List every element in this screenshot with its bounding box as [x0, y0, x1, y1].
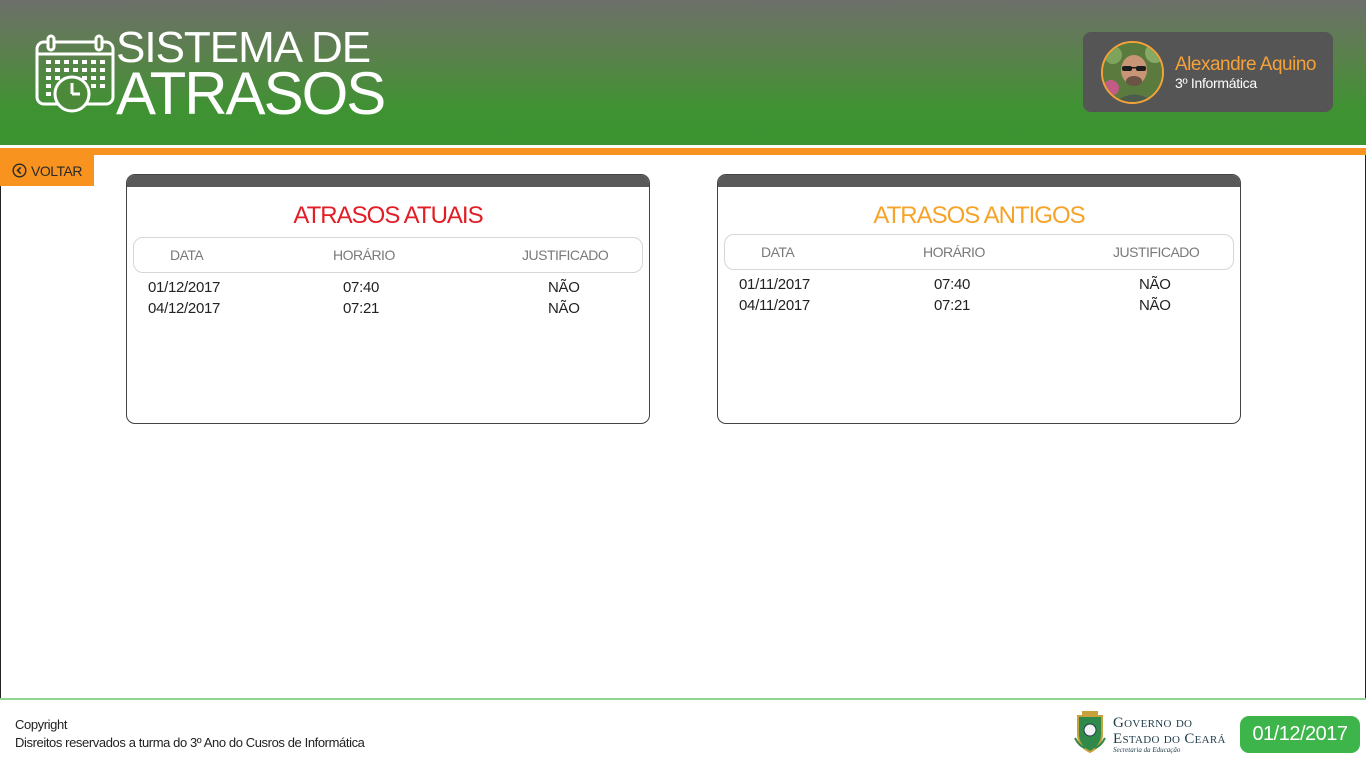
cell-date: 01/11/2017 — [739, 276, 810, 293]
back-button[interactable]: VOLTAR — [0, 155, 94, 186]
table-row: 04/12/2017 07:21 NÃO — [127, 300, 649, 321]
column-header-date: DATA — [761, 244, 795, 260]
back-button-label: VOLTAR — [31, 162, 82, 179]
cell-justified: NÃO — [1139, 276, 1171, 293]
table-header: DATA HORÁRIO JUSTIFICADO — [133, 237, 643, 273]
cell-time: 07:21 — [934, 297, 971, 314]
column-header-date: DATA — [170, 247, 204, 263]
ceara-coat-of-arms-icon — [1074, 711, 1106, 754]
table-row: 01/12/2017 07:40 NÃO — [127, 279, 649, 300]
content-frame-left — [0, 155, 1, 699]
panel-title: ATRASOS ANTIGOS — [873, 202, 1085, 229]
user-avatar — [1101, 41, 1164, 104]
chevron-left-circle-icon — [12, 163, 27, 178]
cell-time: 07:21 — [343, 300, 380, 317]
current-date-badge: 01/12/2017 — [1240, 716, 1360, 753]
table-row: 04/11/2017 07:21 NÃO — [718, 297, 1240, 318]
panel-top-bar — [718, 175, 1240, 187]
calendar-clock-icon — [35, 34, 115, 113]
column-header-justified: JUSTIFICADO — [522, 247, 609, 263]
logo-title-line1: SISTEMA DE — [116, 23, 371, 72]
cell-time: 07:40 — [343, 279, 380, 296]
cell-justified: NÃO — [548, 300, 580, 317]
cell-date: 04/12/2017 — [148, 300, 221, 317]
column-header-time: HORÁRIO — [333, 247, 395, 263]
cell-time: 07:40 — [934, 276, 971, 293]
panel-top-bar — [127, 175, 649, 187]
copyright-notice: Disreitos reservados a turma do 3º Ano d… — [15, 735, 365, 750]
government-logo: Governo do Estado do Ceará Secretaria da… — [1073, 710, 1228, 756]
column-header-time: HORÁRIO — [923, 244, 985, 260]
footer-divider — [0, 698, 1366, 700]
panel-title: ATRASOS ATUAIS — [293, 202, 483, 229]
user-name: Alexandre Aquino — [1175, 54, 1316, 75]
user-class: 3º Informática — [1175, 75, 1257, 91]
user-card[interactable]: Alexandre Aquino 3º Informática — [1083, 32, 1333, 112]
cell-justified: NÃO — [1139, 297, 1171, 314]
cell-date: 01/12/2017 — [148, 279, 221, 296]
government-name-line1: Governo do — [1113, 715, 1193, 731]
cell-justified: NÃO — [548, 279, 580, 296]
table-row: 01/11/2017 07:40 NÃO — [718, 276, 1240, 297]
cell-date: 04/11/2017 — [739, 297, 810, 314]
current-delays-panel: ATRASOS ATUAIS DATA HORÁRIO JUSTIFICADO … — [126, 174, 650, 424]
accent-bar — [0, 148, 1366, 155]
column-header-justified: JUSTIFICADO — [1113, 244, 1200, 260]
table-header: DATA HORÁRIO JUSTIFICADO — [724, 234, 1234, 270]
logo-title-line2: ATRASOS — [116, 60, 386, 127]
app-logo-text: SISTEMA DE ATRASOS — [116, 23, 386, 127]
past-delays-panel: ATRASOS ANTIGOS DATA HORÁRIO JUSTIFICADO… — [717, 174, 1241, 424]
government-department: Secretaria da Educação — [1113, 746, 1181, 754]
app-header: SISTEMA DE ATRASOS Alexandre Aquino 3º I… — [0, 0, 1366, 145]
copyright-label: Copyright — [15, 717, 68, 732]
